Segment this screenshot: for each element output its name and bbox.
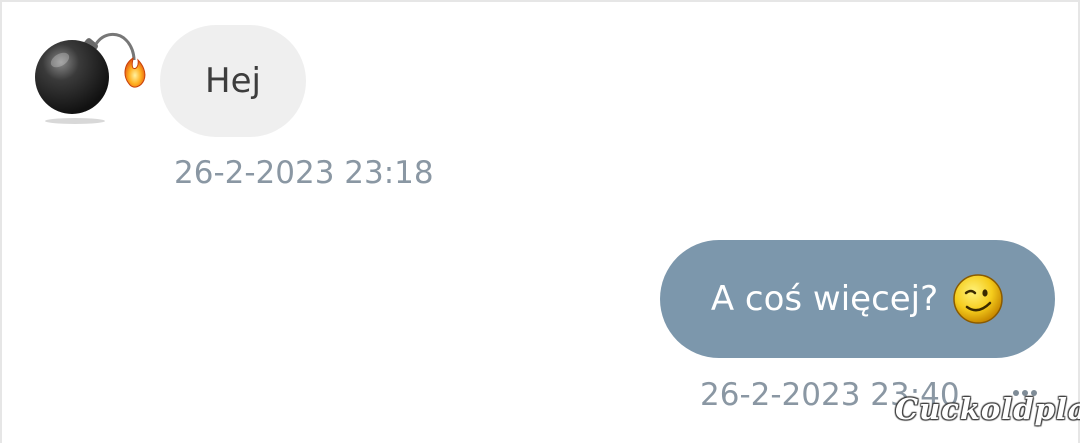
incoming-message-text: Hej (205, 61, 261, 101)
outgoing-message-bubble[interactable]: A coś więcej? (660, 240, 1055, 358)
incoming-message-timestamp: 26-2-2023 23:18 (174, 155, 434, 191)
incoming-message-bubble[interactable]: Hej (160, 25, 306, 137)
outgoing-message-text: A coś więcej? (710, 279, 939, 319)
wink-emoji-icon (952, 273, 1004, 325)
bomb-icon[interactable] (30, 30, 150, 125)
watermark: Cuckoldplace (895, 392, 1080, 426)
